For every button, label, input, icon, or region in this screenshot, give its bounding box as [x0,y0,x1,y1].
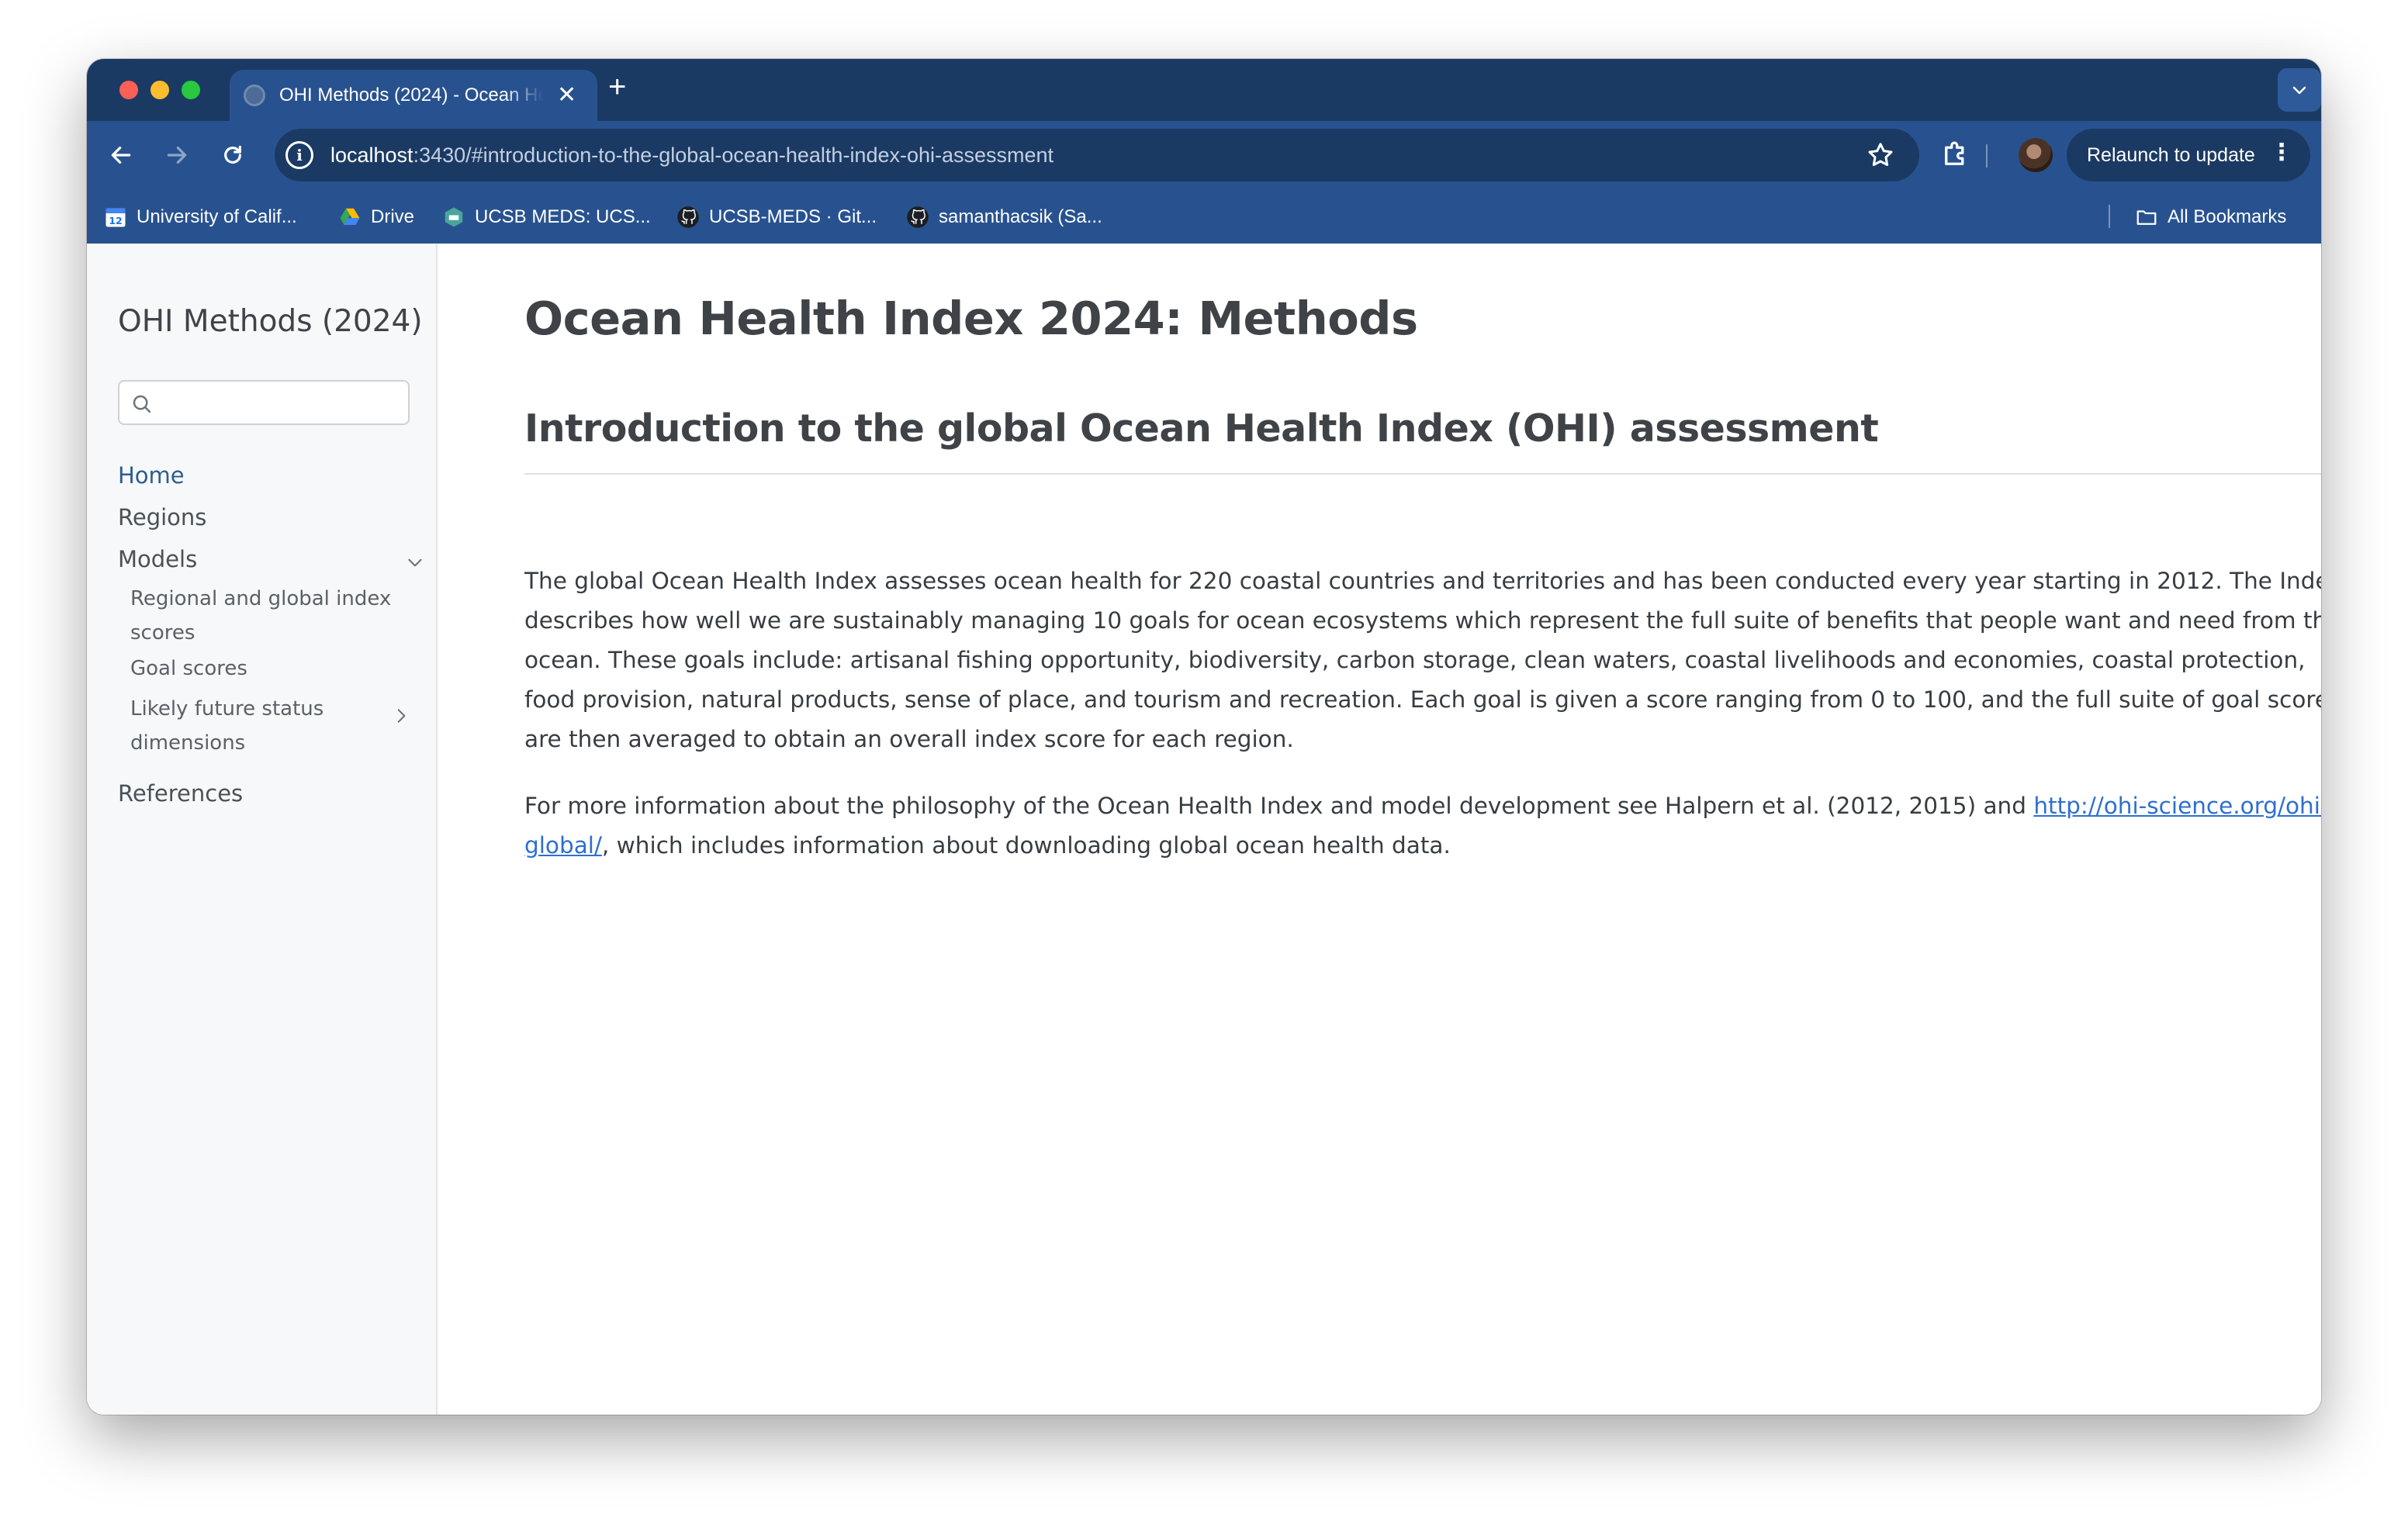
bookmark-samanthacsik-github[interactable]: samanthacsik (Sa... [906,205,1102,230]
profile-avatar[interactable] [2019,138,2053,172]
bookmark-ucsb-meds-github[interactable]: UCSB-MEDS · Git... [676,205,877,230]
sidebar-item-regions[interactable]: Regions [118,504,206,530]
svg-text:12: 12 [109,215,122,226]
url-path: :3430/#introduction-to-the-global-ocean-… [413,143,1054,167]
close-window-button[interactable] [119,81,138,99]
bookmarks-bar: 12 University of Calif... Drive UCSB MED… [87,189,2321,244]
bookmark-label: University of Calif... [137,206,297,227]
sidebar-item-goal-scores[interactable]: Goal scores [130,651,394,686]
sidebar-item-regional-global-scores[interactable]: Regional and global index scores [130,582,394,650]
page-title: Ocean Health Index 2024: Methods [524,292,1418,345]
reload-button[interactable] [217,140,248,171]
all-bookmarks-label: All Bookmarks [2168,206,2287,227]
bookmark-label: UCSB-MEDS · Git... [709,206,877,227]
relaunch-label: Relaunch to update [2087,143,2255,166]
bookmark-label: UCSB MEDS: UCS... [475,206,651,227]
forward-arrow-icon [167,147,187,164]
browser-toolbar: i localhost:3430/#introduction-to-the-gl… [87,121,2321,189]
globe-icon [244,85,265,106]
chevron-right-icon[interactable] [391,706,411,726]
search-icon [130,392,154,419]
tab-search-button[interactable] [2278,68,2321,112]
intro-paragraph: The global Ocean Health Index assesses o… [524,568,2321,752]
site-title[interactable]: OHI Methods (2024) [118,304,423,339]
toolbar-divider [1986,144,1988,168]
more-info-paragraph: For more information about the philosoph… [524,786,2321,866]
heading-divider [524,473,2321,475]
sidebar: OHI Methods (2024) Home Regions Models R… [87,244,438,1415]
calendar-icon: 12 [104,206,127,229]
chevron-down-icon [2292,86,2306,95]
site-info-icon[interactable]: i [285,141,313,169]
tab-strip: OHI Methods (2024) - Ocean Health Index … [87,59,2321,121]
bookmark-ucsb-meds[interactable]: UCSB MEDS: UCS... [442,205,651,230]
bookmark-label: samanthacsik (Sa... [939,206,1102,227]
tab-title: OHI Methods (2024) - Ocean Health Index [279,85,543,105]
bookmark-university[interactable]: 12 University of Calif... [104,205,297,230]
relaunch-to-update-button[interactable]: Relaunch to update ⋮ [2067,129,2310,181]
search-box[interactable] [118,380,410,425]
bookmark-star-icon[interactable] [1865,140,1896,175]
sidebar-item-models[interactable]: Models [118,546,422,572]
paragraph-text: , which includes information about downl… [601,832,1451,859]
extensions-puzzle-icon[interactable] [1939,138,1972,175]
paragraph-text: For more information about the philosoph… [524,793,2034,819]
url-text[interactable]: localhost:3430/#introduction-to-the-glob… [330,143,1054,168]
drive-icon [338,206,362,229]
chevron-down-icon[interactable] [405,552,425,572]
minimize-window-button[interactable] [150,81,169,99]
back-button[interactable] [106,140,137,171]
sidebar-item-home[interactable]: Home [118,462,185,489]
forward-button[interactable] [161,140,192,171]
more-vertical-icon[interactable]: ⋮ [2270,141,2293,164]
search-input[interactable] [158,388,399,419]
bookmarks-divider [2109,205,2110,228]
sidebar-item-references[interactable]: References [118,780,243,807]
browser-window: OHI Methods (2024) - Ocean Health Index … [87,59,2321,1415]
web-page: OHI Methods (2024) Home Regions Models R… [87,244,2321,1415]
close-tab-icon[interactable]: ✕ [557,84,576,107]
sidebar-item-likely-future-status[interactable]: Likely future status dimensions [130,692,340,760]
meds-icon [442,206,465,229]
folder-icon [2135,206,2158,229]
sidebar-item-label: Models [118,546,198,572]
github-icon [906,206,929,229]
section-heading: Introduction to the global Ocean Health … [524,406,1879,451]
bookmark-label: Drive [371,206,415,227]
all-bookmarks-button[interactable]: All Bookmarks [2135,205,2286,230]
reload-icon [224,145,241,164]
address-bar[interactable]: i localhost:3430/#introduction-to-the-gl… [275,129,1919,181]
maximize-window-button[interactable] [182,81,200,99]
url-host: localhost [330,143,413,167]
back-arrow-icon [111,147,131,164]
browser-tab[interactable]: OHI Methods (2024) - Ocean Health Index … [230,70,597,121]
github-icon [676,206,700,229]
new-tab-button[interactable]: + [608,71,626,102]
bookmark-drive[interactable]: Drive [338,205,414,230]
